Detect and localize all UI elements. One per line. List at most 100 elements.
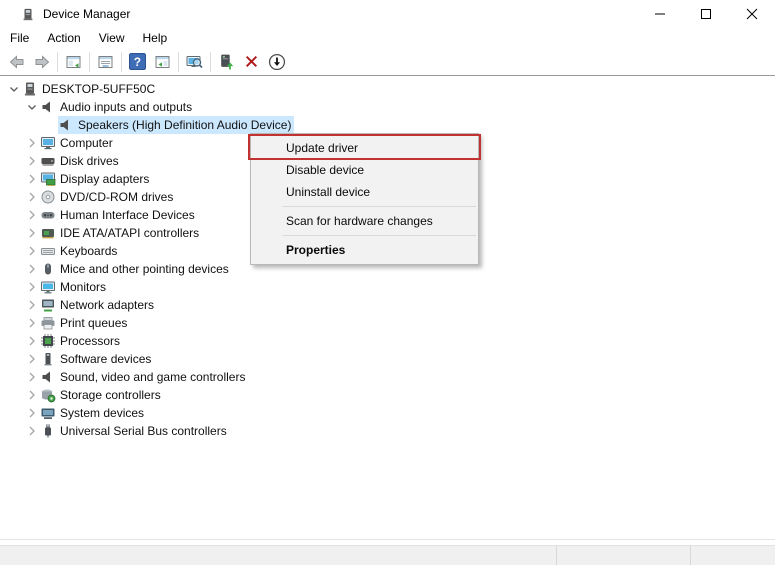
tree-item-content[interactable]: Monitors: [40, 278, 109, 296]
tree-item-content[interactable]: Disk drives: [40, 152, 122, 170]
speaker-icon: [40, 99, 56, 115]
properties-button[interactable]: [93, 50, 118, 74]
disable-device-button[interactable]: [264, 50, 289, 74]
chevron-right-icon[interactable]: [24, 153, 40, 169]
menu-action[interactable]: Action: [38, 29, 89, 47]
device-manager-window: Device Manager File Action View Help ? D…: [0, 0, 775, 565]
menu-view[interactable]: View: [90, 29, 134, 47]
chevron-right-icon[interactable]: [24, 135, 40, 151]
chevron-right-icon[interactable]: [24, 189, 40, 205]
close-button[interactable]: [729, 0, 775, 28]
tree-item-content[interactable]: Print queues: [40, 314, 130, 332]
chevron-down-icon[interactable]: [24, 99, 40, 115]
mouse-icon: [40, 261, 56, 277]
tree-item-content[interactable]: Display adapters: [40, 170, 152, 188]
chevron-right-icon[interactable]: [24, 369, 40, 385]
bottom-bar-separator: [690, 546, 691, 565]
chevron-right-icon[interactable]: [24, 297, 40, 313]
tree-item-content[interactable]: Sound, video and game controllers: [40, 368, 248, 386]
show-hide-action-pane-button[interactable]: [150, 50, 175, 74]
tree-item-system-devices[interactable]: System devices: [0, 404, 775, 422]
chevron-right-icon[interactable]: [24, 423, 40, 439]
help-button[interactable]: ?: [125, 50, 150, 74]
tree-item-universal-serial-bus-controllers[interactable]: Universal Serial Bus controllers: [0, 422, 775, 440]
tree-item-content[interactable]: Audio inputs and outputs: [40, 98, 195, 116]
uninstall-device-button[interactable]: [239, 50, 264, 74]
tree-item-processors[interactable]: Processors: [0, 332, 775, 350]
tree-item-content[interactable]: DESKTOP-5UFF50C: [22, 80, 158, 98]
tree-item-content[interactable]: DVD/CD-ROM drives: [40, 188, 176, 206]
maximize-button[interactable]: [683, 0, 729, 28]
tree-item-desktop-5uff50c[interactable]: DESKTOP-5UFF50C: [0, 80, 775, 98]
tree-item-label: Print queues: [60, 316, 128, 330]
tree-item-content[interactable]: Processors: [40, 332, 123, 350]
tree-item-content[interactable]: Software devices: [40, 350, 154, 368]
help-icon: ?: [129, 53, 146, 70]
show-hide-console-tree-button[interactable]: [61, 50, 86, 74]
chevron-right-icon[interactable]: [24, 171, 40, 187]
usb-icon: [40, 423, 56, 439]
scan-for-hardware-changes-button[interactable]: [182, 50, 207, 74]
tree-item-content[interactable]: Keyboards: [40, 242, 120, 260]
tree-item-print-queues[interactable]: Print queues: [0, 314, 775, 332]
chevron-right-icon[interactable]: [24, 261, 40, 277]
tree-item-speakers-high-definition-audio-device[interactable]: Speakers (High Definition Audio Device): [0, 116, 775, 134]
selected-tree-item-content[interactable]: Speakers (High Definition Audio Device): [58, 116, 295, 134]
tree-item-label: Keyboards: [60, 244, 118, 258]
tree-item-content[interactable]: IDE ATA/ATAPI controllers: [40, 224, 202, 242]
context-menu-item-scan-for-hardware-changes[interactable]: Scan for hardware changes: [251, 210, 478, 232]
hid-icon: [40, 207, 56, 223]
chevron-down-icon[interactable]: [6, 81, 22, 97]
context-menu-item-properties[interactable]: Properties: [251, 239, 478, 261]
menu-help[interactable]: Help: [134, 29, 177, 47]
toolbar-separator: [210, 51, 211, 72]
tree-item-content[interactable]: Universal Serial Bus controllers: [40, 422, 230, 440]
tree-item-software-devices[interactable]: Software devices: [0, 350, 775, 368]
tree-item-content[interactable]: Computer: [40, 134, 116, 152]
context-menu: Update driver Disable device Uninstall dev…: [250, 133, 479, 265]
chevron-right-icon[interactable]: [24, 405, 40, 421]
scan-hardware-icon: [186, 55, 203, 68]
tree-item-label: Monitors: [60, 280, 107, 294]
tree-item-content[interactable]: System devices: [40, 404, 147, 422]
tree-item-content[interactable]: Storage controllers: [40, 386, 164, 404]
tree-item-label: Human Interface Devices: [60, 208, 195, 222]
chevron-right-icon[interactable]: [24, 279, 40, 295]
network-icon: [40, 297, 56, 313]
tree-item-network-adapters[interactable]: Network adapters: [0, 296, 775, 314]
chevron-right-icon[interactable]: [24, 351, 40, 367]
update-driver-button[interactable]: [214, 50, 239, 74]
toolbar-separator: [57, 51, 58, 72]
menu-item-label: Scan for hardware changes: [286, 214, 433, 228]
tree-item-label: DESKTOP-5UFF50C: [42, 82, 156, 96]
monitor2-icon: [40, 279, 56, 295]
tree-item-label: Processors: [60, 334, 121, 348]
tree-item-sound-video-and-game-controllers[interactable]: Sound, video and game controllers: [0, 368, 775, 386]
back-button[interactable]: [4, 50, 29, 74]
svg-text:?: ?: [134, 56, 141, 69]
maximize-icon: [701, 9, 711, 19]
tree-item-audio-inputs-and-outputs[interactable]: Audio inputs and outputs: [0, 98, 775, 116]
context-menu-item-disable-device[interactable]: Disable device: [251, 159, 478, 181]
chevron-right-icon[interactable]: [24, 387, 40, 403]
tree-item-label: Mice and other pointing devices: [60, 262, 229, 276]
menu-file[interactable]: File: [1, 29, 38, 47]
chevron-right-icon[interactable]: [24, 207, 40, 223]
minimize-button[interactable]: [637, 0, 683, 28]
chevron-right-icon[interactable]: [24, 333, 40, 349]
context-menu-item-update-driver[interactable]: Update driver: [251, 137, 478, 159]
tree-item-monitors[interactable]: Monitors: [0, 278, 775, 296]
chevron-right-icon[interactable]: [24, 243, 40, 259]
speaker-icon: [58, 117, 74, 133]
chevron-right-icon[interactable]: [24, 225, 40, 241]
forward-button[interactable]: [29, 50, 54, 74]
tree-item-storage-controllers[interactable]: Storage controllers: [0, 386, 775, 404]
context-menu-item-uninstall-device[interactable]: Uninstall device: [251, 181, 478, 203]
tree-item-content[interactable]: Human Interface Devices: [40, 206, 198, 224]
tree-item-content[interactable]: Network adapters: [40, 296, 157, 314]
tree-item-label: IDE ATA/ATAPI controllers: [60, 226, 200, 240]
chevron-right-icon[interactable]: [24, 315, 40, 331]
disc-icon: [40, 189, 56, 205]
tree-item-content[interactable]: Mice and other pointing devices: [40, 260, 232, 278]
